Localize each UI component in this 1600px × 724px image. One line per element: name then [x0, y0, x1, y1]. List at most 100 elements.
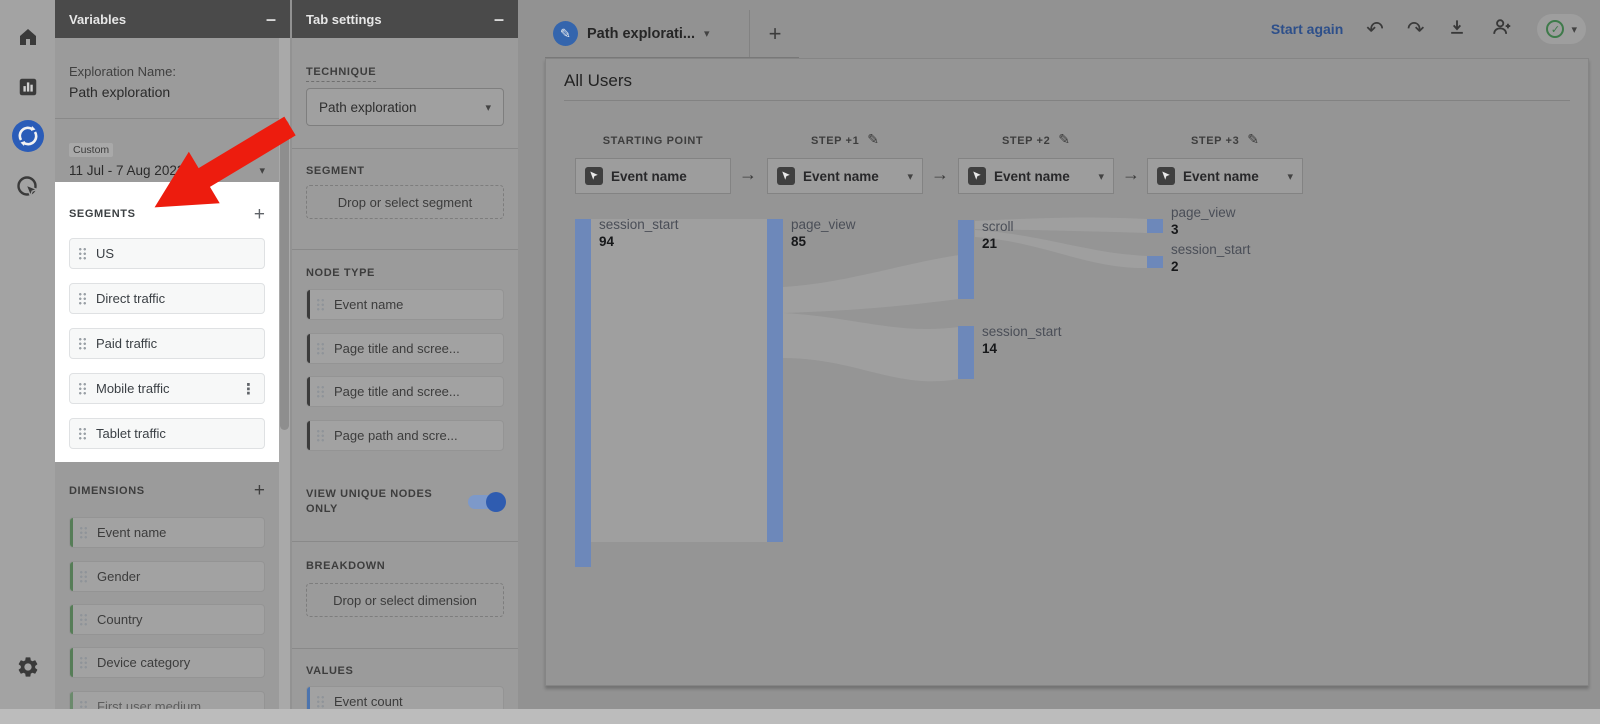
scrollbar-thumb[interactable]: [280, 120, 289, 430]
sankey-node-scroll[interactable]: [958, 220, 974, 299]
drag-handle-icon[interactable]: [78, 247, 87, 260]
sankey-node-session-start-3[interactable]: [1147, 256, 1163, 268]
nav-settings[interactable]: [11, 652, 45, 686]
node-type-chip-label: Event name: [334, 297, 403, 312]
node-type-chip-label: Page title and scree...: [334, 384, 460, 399]
minimize-tab-settings-button[interactable]: –: [494, 10, 504, 28]
home-icon: [16, 25, 40, 54]
chevron-down-icon: ▾: [907, 170, 913, 183]
drag-handle-icon[interactable]: [78, 382, 87, 395]
success-check-icon: ✓: [1546, 20, 1564, 38]
drag-handle-icon[interactable]: [316, 695, 325, 708]
drag-handle-icon[interactable]: [78, 292, 87, 305]
drag-handle-icon[interactable]: [316, 298, 325, 311]
flow-arrow-icon: →: [1122, 164, 1140, 185]
segments-section-highlighted: SEGMENTS + US Direct traffic Paid traffi…: [55, 182, 279, 462]
nav-reports[interactable]: [11, 72, 45, 106]
dimension-chip-label: Device category: [97, 655, 190, 670]
view-unique-nodes-toggle[interactable]: [468, 495, 504, 509]
horizontal-scrollbar-track[interactable]: [0, 709, 1600, 724]
segment-chip-label: Paid traffic: [96, 336, 157, 351]
starting-point-selector[interactable]: Event name: [575, 158, 731, 194]
drag-handle-icon[interactable]: [316, 342, 325, 355]
exploration-name-block: Exploration Name: Path exploration: [69, 64, 176, 100]
tab-path-exploration[interactable]: ✎ Path explorati... ▾: [545, 10, 720, 57]
drag-handle-icon[interactable]: [78, 427, 87, 440]
drag-handle-icon[interactable]: [316, 429, 325, 442]
drag-handle-icon[interactable]: [78, 337, 87, 350]
canvas-title: All Users: [564, 71, 632, 91]
dimension-chip-device-category[interactable]: Device category: [69, 647, 265, 678]
chevron-down-icon: ▾: [259, 164, 265, 177]
add-segment-button[interactable]: +: [254, 205, 265, 224]
more-options-icon[interactable]: ⋮: [241, 380, 256, 398]
redo-icon[interactable]: ↷: [1407, 19, 1425, 40]
flow-arrow-icon: →: [931, 164, 949, 185]
segment-chip-tablet-traffic[interactable]: Tablet traffic: [69, 418, 265, 449]
segment-drop-zone[interactable]: Drop or select segment: [306, 185, 504, 219]
node-label: page_view3: [1171, 204, 1236, 238]
sankey-node-session-start[interactable]: [575, 219, 591, 567]
sankey-node-session-start-2[interactable]: [958, 326, 974, 379]
dimension-chip-gender[interactable]: Gender: [69, 561, 265, 592]
download-icon[interactable]: [1447, 17, 1467, 41]
settings-gear-icon: [16, 655, 40, 684]
drag-handle-icon[interactable]: [79, 656, 88, 669]
node-type-chip-page-path[interactable]: Page path and scre...: [306, 420, 504, 451]
edit-step-icon[interactable]: ✎: [1058, 131, 1070, 147]
nav-explore[interactable]: [11, 121, 45, 155]
variables-panel-title: Variables: [69, 12, 126, 27]
segment-chip-direct-traffic[interactable]: Direct traffic: [69, 283, 265, 314]
step1-selector[interactable]: Event name ▾: [767, 158, 923, 194]
technique-select[interactable]: Path exploration ▾: [306, 88, 504, 126]
edit-step-icon[interactable]: ✎: [867, 131, 879, 147]
status-menu-button[interactable]: ✓ ▾: [1537, 14, 1586, 44]
node-type-chip-label: Page path and scre...: [334, 428, 458, 443]
segment-chip-paid-traffic[interactable]: Paid traffic: [69, 328, 265, 359]
minimize-variables-button[interactable]: –: [266, 10, 276, 28]
drag-handle-icon[interactable]: [79, 526, 88, 539]
node-label: session_start14: [982, 323, 1062, 357]
node-cursor-icon: [777, 167, 795, 185]
chevron-down-icon: ▾: [704, 27, 710, 40]
step2-selector[interactable]: Event name ▾: [958, 158, 1114, 194]
share-users-icon[interactable]: [1490, 16, 1514, 42]
segment-chip-us[interactable]: US: [69, 238, 265, 269]
sankey-node-page-view[interactable]: [767, 219, 783, 542]
segment-drop-label: SEGMENT: [306, 165, 365, 177]
nav-home[interactable]: [11, 22, 45, 56]
exploration-name-value[interactable]: Path exploration: [69, 84, 176, 100]
undo-icon[interactable]: ↶: [1366, 19, 1384, 40]
add-tab-button[interactable]: +: [749, 10, 800, 57]
sankey-links: [546, 59, 1588, 685]
node-type-chip-page-title-1[interactable]: Page title and scree...: [306, 333, 504, 364]
edit-step-icon[interactable]: ✎: [1247, 131, 1259, 147]
sankey-node-page-view-3[interactable]: [1147, 219, 1163, 233]
node-type-chip-page-title-2[interactable]: Page title and scree...: [306, 376, 504, 407]
tab-settings-title: Tab settings: [306, 12, 382, 27]
variables-scrollbar[interactable]: [279, 38, 290, 724]
chevron-down-icon: ▾: [1287, 170, 1293, 183]
dimension-chip-country[interactable]: Country: [69, 604, 265, 635]
exploration-name-label: Exploration Name:: [69, 64, 176, 79]
date-range-selector[interactable]: Custom 11 Jul - 7 Aug 2023 ▾: [69, 140, 265, 178]
advertising-icon: [15, 174, 41, 205]
add-dimension-button[interactable]: +: [254, 481, 265, 500]
dimension-chip-label: Gender: [97, 569, 140, 584]
step3-selector[interactable]: Event name ▾: [1147, 158, 1303, 194]
node-type-chip-event-name[interactable]: Event name: [306, 289, 504, 320]
drag-handle-icon[interactable]: [316, 385, 325, 398]
breakdown-drop-zone[interactable]: Drop or select dimension: [306, 583, 504, 617]
values-label: VALUES: [306, 665, 353, 677]
segments-label: SEGMENTS: [69, 208, 136, 220]
start-again-link[interactable]: Start again: [1271, 21, 1343, 37]
nav-advertising[interactable]: [11, 172, 45, 206]
technique-value: Path exploration: [319, 100, 417, 115]
drag-handle-icon[interactable]: [79, 613, 88, 626]
dimension-chip-label: Event name: [97, 525, 166, 540]
segment-chip-label: Tablet traffic: [96, 426, 166, 441]
unique-nodes-label: VIEW UNIQUE NODES ONLY: [306, 487, 436, 517]
dimension-chip-event-name[interactable]: Event name: [69, 517, 265, 548]
drag-handle-icon[interactable]: [79, 570, 88, 583]
segment-chip-mobile-traffic[interactable]: Mobile traffic ⋮: [69, 373, 265, 404]
